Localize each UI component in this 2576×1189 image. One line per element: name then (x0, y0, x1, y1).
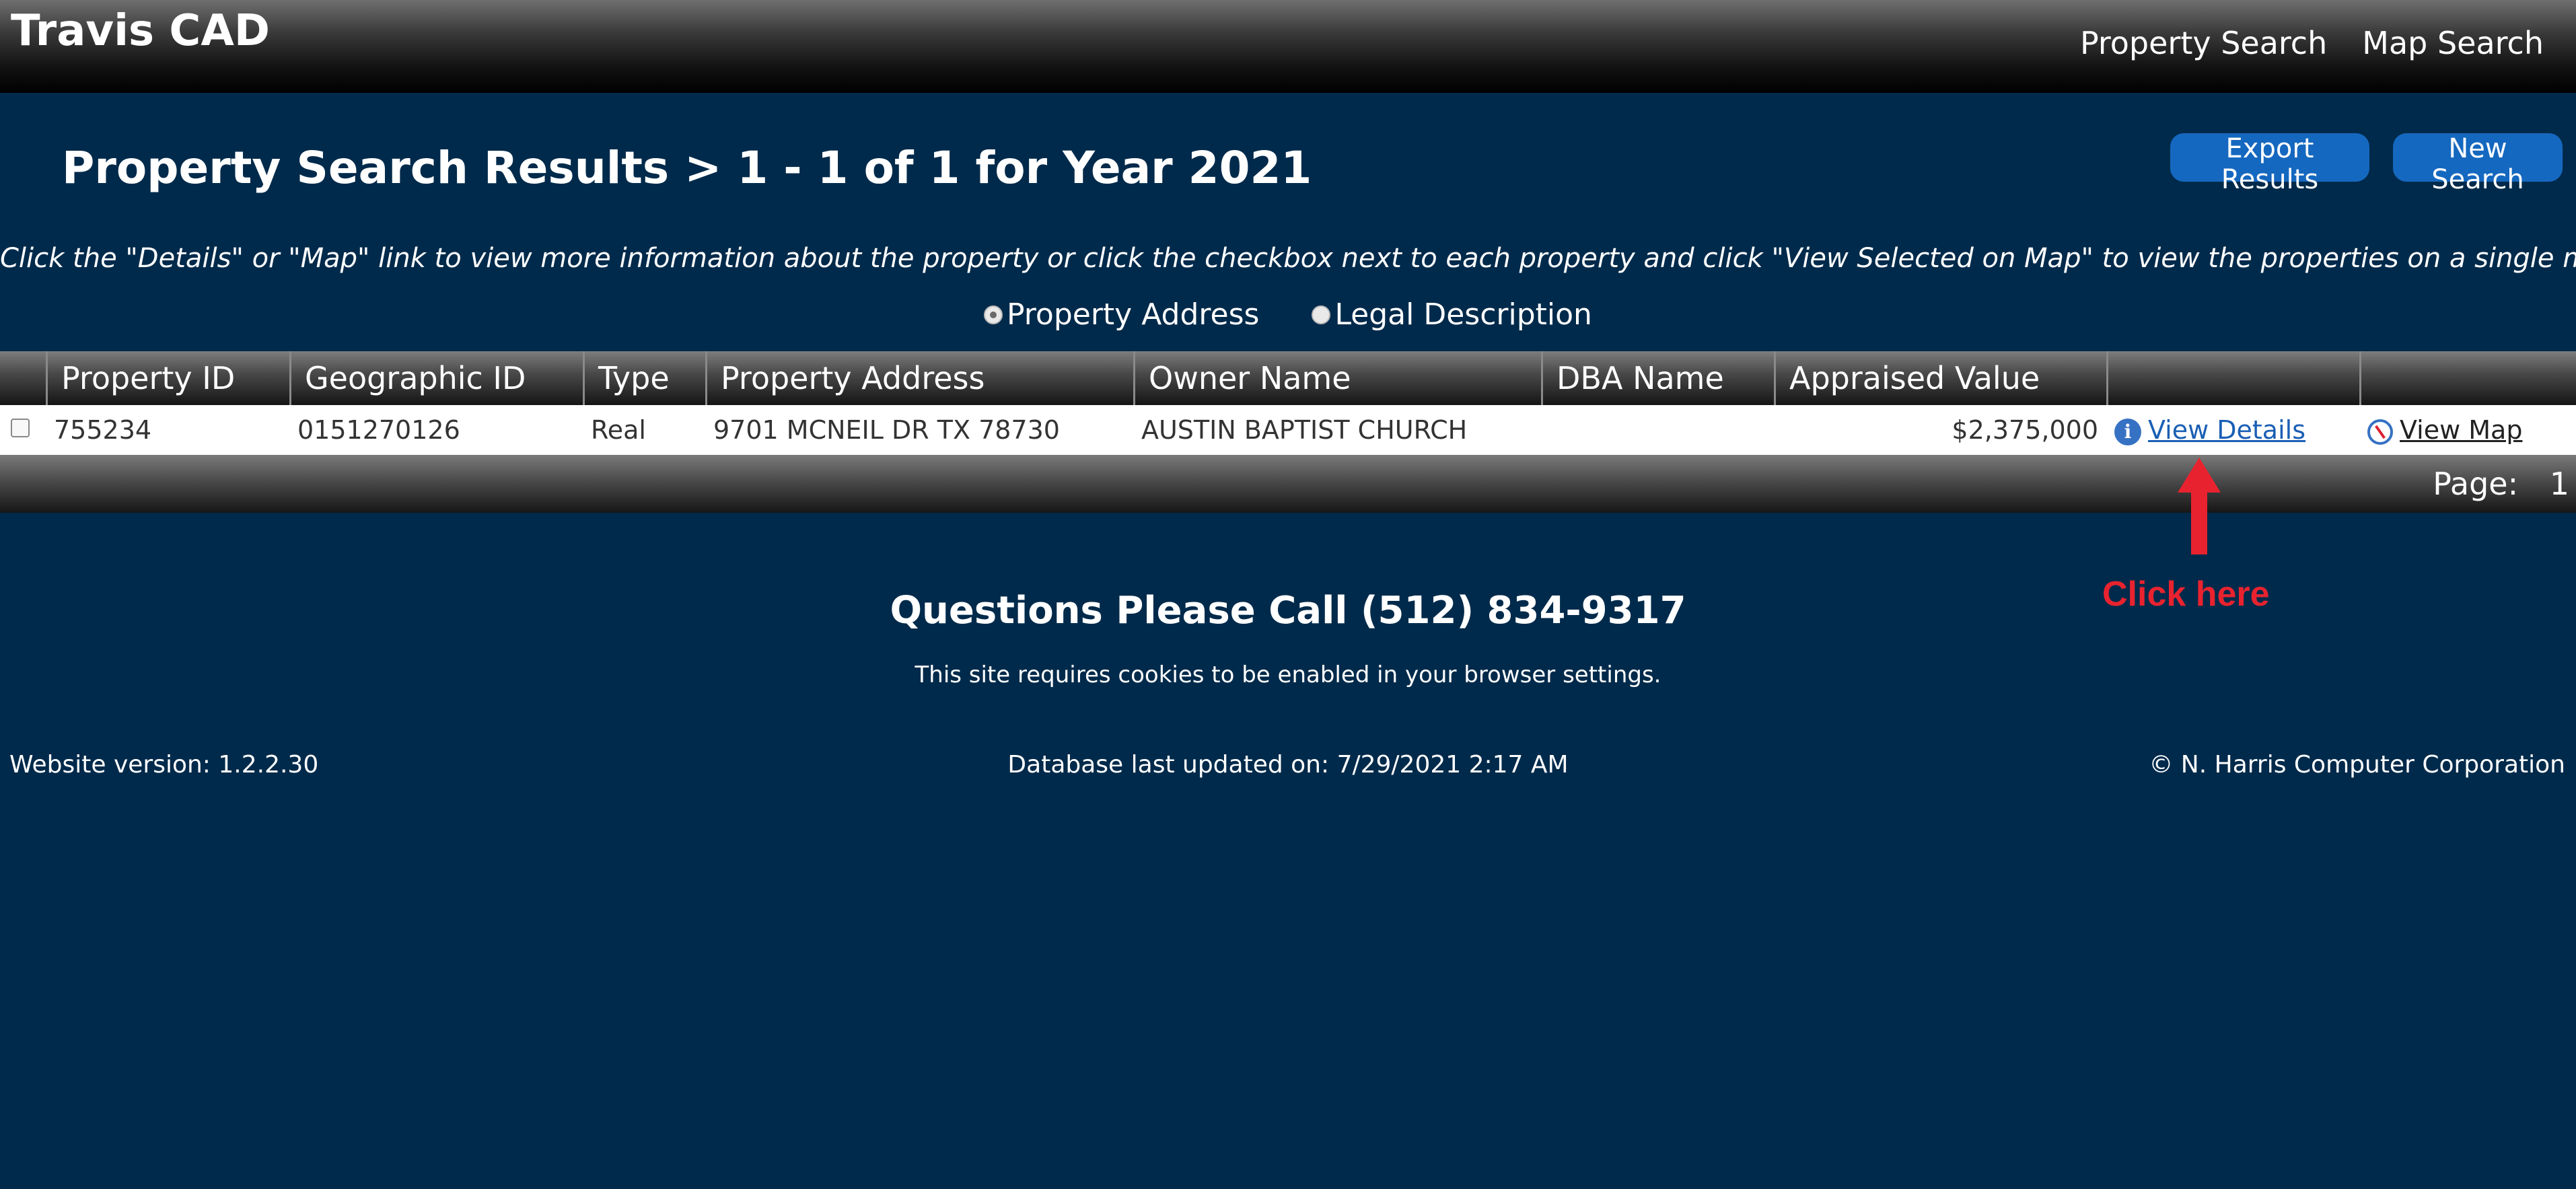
arrow-up-icon (2178, 458, 2221, 554)
radio-property-address[interactable]: Property Address (984, 295, 1259, 335)
nav-property-search[interactable]: Property Search (2080, 22, 2327, 65)
info-icon[interactable]: i (2114, 418, 2141, 445)
header-details (2106, 351, 2359, 405)
radio-selected-indicator[interactable] (984, 305, 1003, 324)
page-title: Property Search Results > 1 - 1 of 1 for… (62, 142, 1312, 194)
results-table-header: Property ID Geographic ID Type Property … (0, 351, 2576, 405)
row-select-cell (0, 405, 46, 455)
row-checkbox[interactable] (11, 419, 30, 437)
contact-phone: Questions Please Call (512) 834-9317 (890, 589, 1686, 633)
export-results-button[interactable]: Export Results (2170, 133, 2369, 195)
cell-type: Real (591, 415, 646, 445)
header-owner-name[interactable]: Owner Name (1133, 351, 1541, 405)
search-mode-radio-group: Property Address Legal Description (0, 295, 2576, 335)
top-nav: Property Search Map Search (2080, 22, 2544, 65)
pager: Page: 1 (2433, 455, 2569, 513)
view-details-link[interactable]: View Details (2148, 415, 2305, 445)
cell-property-id: 755234 (54, 415, 152, 445)
table-row: 755234 0151270126 Real 9701 MCNEIL DR TX… (0, 405, 2576, 455)
pager-label: Page: (2433, 466, 2519, 502)
nav-map-search[interactable]: Map Search (2362, 22, 2544, 65)
cell-property-address: 9701 MCNEIL DR TX 78730 (713, 415, 1060, 445)
website-version: Website version: 1.2.2.30 (9, 751, 319, 779)
cell-geographic-id: 0151270126 (297, 415, 460, 445)
cookies-notice: This site requires cookies to be enabled… (915, 661, 1661, 688)
header-type[interactable]: Type (583, 351, 705, 405)
cell-details: i View Details (2106, 405, 2359, 455)
new-search-button[interactable]: New Search (2393, 133, 2563, 195)
cell-owner-name: AUSTIN BAPTIST CHURCH (1141, 415, 1468, 445)
compass-icon[interactable] (2367, 419, 2393, 445)
radio-label: Property Address (1007, 297, 1260, 332)
view-map-link[interactable]: View Map (2400, 415, 2522, 445)
header-map (2359, 351, 2576, 405)
copyright-text: © N. Harris Computer Corporation (2149, 751, 2565, 779)
top-bar: Travis CAD Property Search Map Search (0, 0, 2576, 93)
radio-indicator[interactable] (1312, 305, 1331, 324)
instructions-text: Click the "Details" or "Map" link to vie… (0, 243, 2576, 274)
header-property-address[interactable]: Property Address (705, 351, 1133, 405)
header-appraised-value[interactable]: Appraised Value (1774, 351, 2106, 405)
radio-legal-description[interactable]: Legal Description (1312, 295, 1592, 335)
cell-dba-name (1541, 405, 1774, 455)
header-dba-name[interactable]: DBA Name (1541, 351, 1774, 405)
cell-map: View Map (2359, 405, 2576, 455)
site-brand[interactable]: Travis CAD (11, 4, 270, 58)
cell-appraised-value: $2,375,000 (1952, 415, 2098, 445)
header-select (0, 351, 46, 405)
radio-label: Legal Description (1334, 297, 1592, 332)
header-geographic-id[interactable]: Geographic ID (289, 351, 583, 405)
header-property-id[interactable]: Property ID (46, 351, 289, 405)
pager-page-1[interactable]: 1 (2550, 466, 2569, 502)
